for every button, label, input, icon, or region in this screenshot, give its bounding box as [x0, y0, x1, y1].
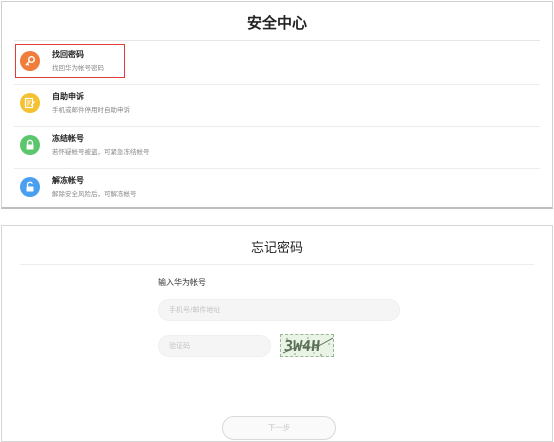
- account-label: 输入华为帐号: [158, 278, 206, 287]
- next-button[interactable]: 下一步: [222, 416, 336, 440]
- account-input[interactable]: 手机号/邮件地址: [158, 299, 400, 321]
- page-title: 安全中心: [246, 14, 307, 32]
- divider: [20, 264, 534, 265]
- lock-icon: [20, 135, 40, 155]
- menu-item-subtitle: 解除安全风险后，可解冻帐号: [52, 190, 137, 198]
- captcha-input[interactable]: 验证码: [158, 335, 271, 357]
- menu-item-title: 解冻帐号: [52, 176, 84, 185]
- divider: [14, 40, 540, 41]
- menu-item-recover-password[interactable]: 找回密码 找回华为帐号密码: [14, 43, 540, 85]
- menu-item-freeze-account[interactable]: 冻结帐号 若怀疑帐号被盗，可紧急冻结帐号: [14, 127, 540, 169]
- menu-item-title: 自助申诉: [52, 92, 84, 101]
- forgot-password-panel: 忘记密码 输入华为帐号 手机号/邮件地址 验证码 3W4H 下一步: [1, 225, 553, 442]
- menu-item-title: 找回密码: [52, 50, 84, 59]
- menu-item-title: 冻结帐号: [52, 134, 84, 143]
- captcha-image[interactable]: 3W4H: [280, 334, 334, 357]
- edit-document-icon: [20, 93, 40, 113]
- captcha-text: 3W4H: [283, 337, 322, 355]
- menu-item-subtitle: 找回华为帐号密码: [52, 64, 104, 72]
- menu-item-subtitle: 若怀疑帐号被盗，可紧急冻结帐号: [52, 148, 150, 156]
- menu-item-self-appeal[interactable]: 自助申诉 手机或邮件停用时自助申诉: [14, 85, 540, 127]
- key-icon: [20, 51, 40, 71]
- unlock-icon: [20, 177, 40, 197]
- menu-item-subtitle: 手机或邮件停用时自助申诉: [52, 106, 130, 114]
- security-center-panel: 安全中心 找回密码 找回华为帐号密码 自助申诉 手机或邮件停用时自助申诉 冻结帐…: [1, 1, 553, 209]
- page-title: 忘记密码: [250, 241, 303, 256]
- menu-item-unfreeze-account[interactable]: 解冻帐号 解除安全风险后，可解冻帐号: [14, 169, 540, 211]
